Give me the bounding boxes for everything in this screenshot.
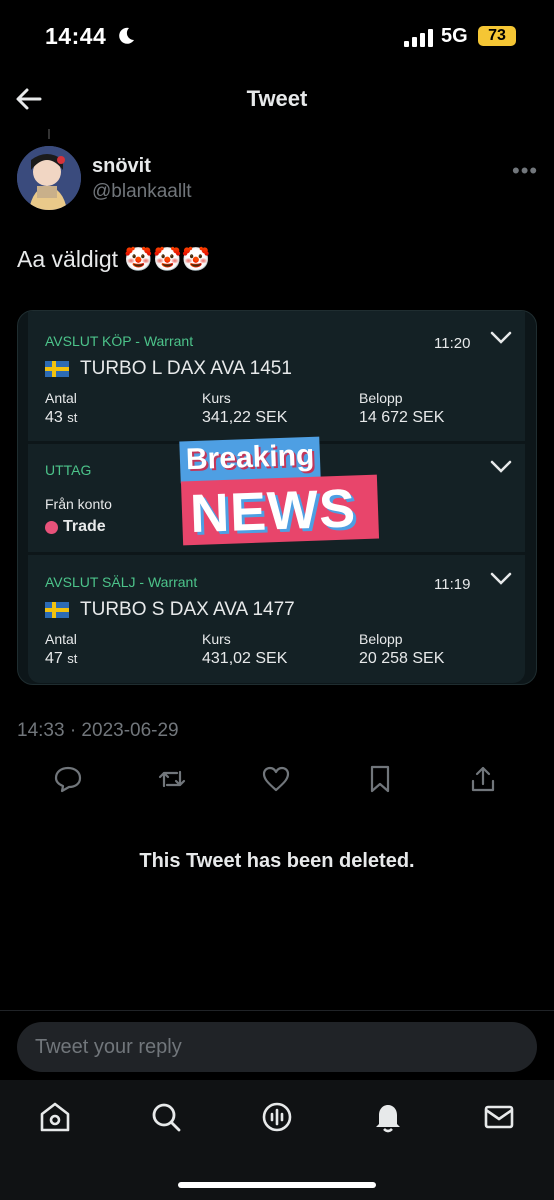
author-name[interactable]: snövit — [92, 155, 151, 178]
tweet-text: Aa väldigt 🤡🤡🤡 — [17, 246, 211, 272]
sweden-flag-icon — [45, 602, 69, 618]
breaking-text: Breaking — [185, 438, 315, 477]
chevron-down-icon — [490, 572, 512, 585]
avatar[interactable] — [17, 146, 81, 210]
network-label: 5G — [441, 25, 468, 47]
notifications-icon[interactable] — [371, 1100, 405, 1134]
chevron-down-icon — [490, 331, 512, 344]
top-bar: Tweet — [0, 70, 554, 130]
sweden-flag-icon — [45, 361, 69, 377]
transaction-type: UTTAG — [45, 462, 92, 478]
belopp-value: 14 672 SEK — [359, 409, 445, 426]
action-bar — [0, 760, 554, 800]
moon-icon — [119, 27, 134, 44]
divider — [0, 1010, 554, 1011]
spaces-icon[interactable] — [260, 1100, 294, 1134]
avatar-image — [17, 146, 81, 210]
news-sticker: NEWS — [180, 474, 380, 546]
status-bar: 14:44 5G 73 — [0, 0, 554, 70]
battery-badge: 73 — [478, 26, 516, 46]
status-time: 14:44 — [45, 23, 107, 49]
news-text: NEWS — [189, 478, 358, 545]
tweet-timestamp: 14:33 · 2023-06-29 — [17, 720, 179, 741]
account-name: Trade — [63, 518, 106, 535]
antal-label: Antal — [45, 631, 77, 647]
author-handle[interactable]: @blankaallt — [92, 181, 192, 203]
transaction-time: 11:20 — [434, 335, 471, 352]
like-icon[interactable] — [261, 764, 291, 794]
instrument-name: TURBO L DAX AVA 1451 — [80, 358, 292, 379]
transaction-row: AVSLUT KÖP - Warrant 11:20 TURBO L DAX A… — [28, 311, 525, 441]
home-indicator — [178, 1182, 376, 1188]
thread-line — [48, 129, 50, 139]
transaction-type: AVSLUT KÖP - Warrant — [45, 333, 194, 349]
transaction-row: AVSLUT SÄLJ - Warrant 11:19 TURBO S DAX … — [28, 555, 525, 683]
antal-value: 43 st — [45, 409, 78, 426]
search-icon[interactable] — [149, 1100, 183, 1134]
home-icon[interactable] — [38, 1100, 72, 1134]
messages-icon[interactable] — [482, 1100, 516, 1134]
antal-label: Antal — [45, 390, 77, 406]
reply-box[interactable] — [17, 1022, 537, 1072]
reply-input[interactable] — [17, 1022, 537, 1072]
bookmark-icon[interactable] — [365, 764, 395, 794]
from-account-label: Från konto — [45, 496, 112, 512]
signal-icon — [404, 29, 433, 47]
deleted-notice: This Tweet has been deleted. — [139, 850, 415, 872]
belopp-value: 20 258 SEK — [359, 650, 445, 667]
share-icon[interactable] — [468, 764, 498, 794]
reply-icon[interactable] — [53, 764, 83, 794]
transaction-type: AVSLUT SÄLJ - Warrant — [45, 574, 198, 590]
belopp-label: Belopp — [359, 390, 403, 406]
instrument-name: TURBO S DAX AVA 1477 — [80, 599, 295, 620]
kurs-label: Kurs — [202, 390, 231, 406]
kurs-value: 341,22 SEK — [202, 409, 288, 426]
kurs-value: 431,02 SEK — [202, 650, 288, 667]
antal-value: 47 st — [45, 650, 78, 667]
chevron-down-icon — [490, 460, 512, 473]
page-title: Tweet — [246, 86, 308, 111]
transaction-time: 11:19 — [434, 576, 471, 593]
more-options-icon[interactable]: ••• — [512, 158, 538, 184]
kurs-label: Kurs — [202, 631, 231, 647]
belopp-label: Belopp — [359, 631, 403, 647]
retweet-icon[interactable] — [157, 764, 187, 794]
account-dot — [45, 521, 58, 534]
